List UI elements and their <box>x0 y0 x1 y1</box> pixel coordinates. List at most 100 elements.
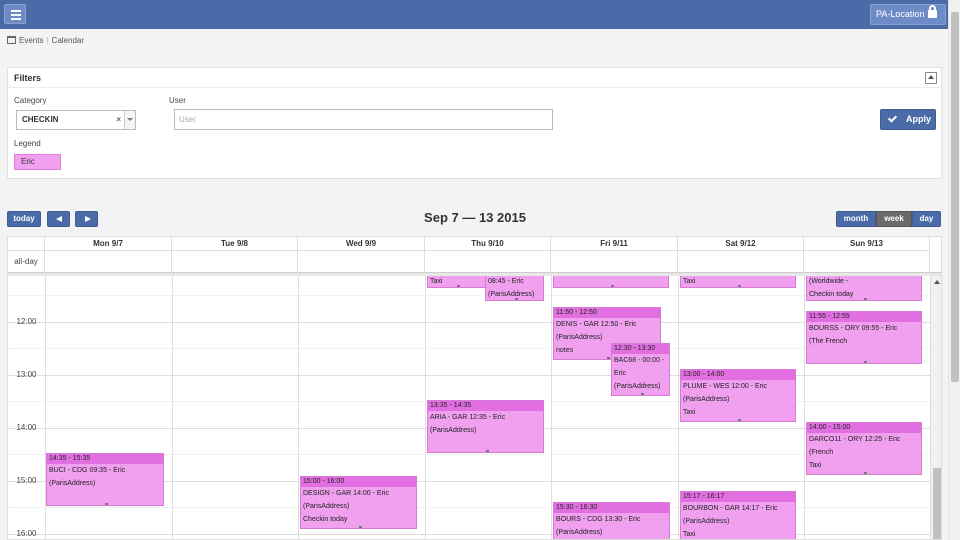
calendar-event[interactable]: 12:30 - 13:30 BAC68 - 00:00 - Eric (Pari… <box>611 343 670 396</box>
scroll-up-icon[interactable] <box>934 280 940 284</box>
calendar-event[interactable]: 08:45 - Eric (ParisAddress) <box>485 276 544 301</box>
clear-icon[interactable]: × <box>116 111 121 129</box>
top-bar: PA-Location <box>0 0 960 29</box>
date-range-title: Sep 7 — 13 2015 <box>424 210 526 225</box>
event-time: 13:00 - 14:00 <box>681 370 795 380</box>
calendar-event[interactable]: 13:35 - 14:35 ARIA - GAR 12:35 - Eric (P… <box>427 400 544 453</box>
event-time: 15:17 - 16:17 <box>681 492 795 502</box>
calendar-event[interactable]: 14:00 - 15:00 DARCO11 - ORY 12:25 - Eric… <box>806 422 922 475</box>
event-text: (ParisAddress) <box>614 383 661 390</box>
page-scrollbar[interactable] <box>948 0 960 540</box>
filters-title: Filters <box>8 68 941 88</box>
event-time: 11:50 - 12:50 <box>554 308 660 318</box>
calendar-scroll-thumb[interactable] <box>933 468 941 539</box>
time-label: 14:00 <box>16 423 37 432</box>
location-button[interactable]: PA-Location <box>870 4 946 25</box>
check-icon <box>887 113 898 123</box>
day-header: Sat 9/12 <box>678 237 804 251</box>
event-time: 15:30 - 16:30 <box>554 503 669 513</box>
event-text: BAC68 - 00:00 - <box>614 357 665 364</box>
day-header: Fri 9/11 <box>551 237 678 251</box>
event-text: Eric <box>614 370 627 377</box>
apply-label: Apply <box>906 114 932 124</box>
calendar-event[interactable]: 14:35 - 15:35 BUCI - CDG 09:35 - Eric (P… <box>46 453 164 506</box>
filters-panel: Filters Category CHECKIN × User Apply Le… <box>7 67 942 179</box>
category-label: Category <box>14 96 47 105</box>
allday-cell[interactable] <box>551 251 678 273</box>
category-select[interactable]: CHECKIN × <box>16 110 136 130</box>
event-text: DARCO11 - ORY 12:25 - Eric <box>809 436 901 443</box>
legend-label: Legend <box>14 139 41 148</box>
calendar-event[interactable] <box>553 276 669 288</box>
event-text: BOURBON - GAR 14:17 - Eric <box>683 505 778 512</box>
prev-button[interactable] <box>47 211 70 227</box>
calendar-icon <box>7 36 16 44</box>
event-text: (The French <box>809 338 848 345</box>
event-text: PLUME - WES 12:00 - Eric <box>683 383 768 390</box>
event-text: (ParisAddress) <box>683 396 730 403</box>
allday-cell[interactable] <box>172 251 298 273</box>
allday-cell[interactable] <box>298 251 425 273</box>
category-value: CHECKIN <box>22 115 59 124</box>
event-time: 14:00 - 15:00 <box>807 423 921 433</box>
page-scroll-thumb[interactable] <box>951 12 959 382</box>
location-label: PA-Location <box>876 9 925 19</box>
time-label: 15:00 <box>16 476 37 485</box>
allday-cell[interactable] <box>425 251 551 273</box>
event-text: (ParisAddress) <box>49 480 96 487</box>
event-time: 11:55 - 12:55 <box>807 312 921 322</box>
calendar-event[interactable]: 15:17 - 16:17 BOURBON - GAR 14:17 - Eric… <box>680 491 796 539</box>
calendar-event[interactable]: 15:30 - 16:30 BOURS - CDG 13:30 - Eric (… <box>553 502 670 539</box>
allday-row: all-day <box>8 251 941 273</box>
lock-icon <box>928 5 937 18</box>
time-label: 13:00 <box>16 370 37 379</box>
allday-cell[interactable] <box>804 251 930 273</box>
apply-button[interactable]: Apply <box>880 109 936 130</box>
day-header: Thu 9/10 <box>425 237 551 251</box>
event-time: 15:00 - 16:00 <box>301 477 416 487</box>
user-input[interactable] <box>174 109 553 130</box>
calendar-event[interactable]: 13:00 - 14:00 PLUME - WES 12:00 - Eric (… <box>680 369 796 422</box>
day-header: Sun 9/13 <box>804 237 930 251</box>
event-text: (ParisAddress) <box>430 427 477 434</box>
event-text: Taxi <box>809 462 822 469</box>
event-text: (ParisAddress) <box>303 503 350 510</box>
allday-label: all-day <box>8 251 45 273</box>
arrow-right-icon <box>85 216 91 222</box>
event-text: BUCI - CDG 09:35 - Eric <box>49 467 126 474</box>
menu-button[interactable] <box>4 4 26 24</box>
view-month-button[interactable]: month <box>836 211 876 227</box>
calendar-scrollbar[interactable] <box>930 276 941 539</box>
day-header: Tue 9/8 <box>172 237 298 251</box>
time-label: 16:00 <box>16 529 37 538</box>
day-header: Wed 9/9 <box>298 237 425 251</box>
breadcrumb-events[interactable]: Events <box>19 36 43 45</box>
event-text: (ParisAddress) <box>683 518 730 525</box>
collapse-icon[interactable] <box>925 72 937 84</box>
event-text: (ParisAddress) <box>556 529 603 536</box>
legend-item-eric: Eric <box>14 154 61 170</box>
day-header: Mon 9/7 <box>45 237 172 251</box>
chevron-down-icon[interactable] <box>124 111 135 129</box>
event-time: 14:35 - 15:35 <box>47 454 163 464</box>
event-text: DENIS - GAR 12:50 - Eric <box>556 321 637 328</box>
event-text: ARIA - GAR 12:35 - Eric <box>430 414 506 421</box>
view-week-button[interactable]: week <box>876 211 912 227</box>
time-grid[interactable]: 12:00 13:00 14:00 15:00 16:00 Taxi 08:45… <box>8 276 930 539</box>
calendar-event[interactable]: (Worldwide - Checkin today <box>806 276 922 301</box>
event-text: (French <box>809 449 834 456</box>
event-time: 13:35 - 14:35 <box>428 401 543 411</box>
calendar-event[interactable]: 11:55 - 12:55 BOURSS - ORY 09:55 - Eric … <box>806 311 922 364</box>
time-label: 12:00 <box>16 317 37 326</box>
breadcrumb: Events | Calendar <box>7 36 84 48</box>
view-day-button[interactable]: day <box>912 211 941 227</box>
calendar-event[interactable]: Taxi <box>427 276 487 288</box>
allday-cell[interactable] <box>45 251 172 273</box>
today-button[interactable]: today <box>7 211 41 227</box>
calendar-event[interactable]: 15:00 - 16:00 DESIGN - GAR 14:00 - Eric … <box>300 476 417 529</box>
event-text: 08:45 - Eric <box>488 278 524 285</box>
time-axis-header <box>8 237 45 251</box>
allday-cell[interactable] <box>678 251 804 273</box>
calendar-event[interactable]: Taxi <box>680 276 796 288</box>
next-button[interactable] <box>75 211 98 227</box>
